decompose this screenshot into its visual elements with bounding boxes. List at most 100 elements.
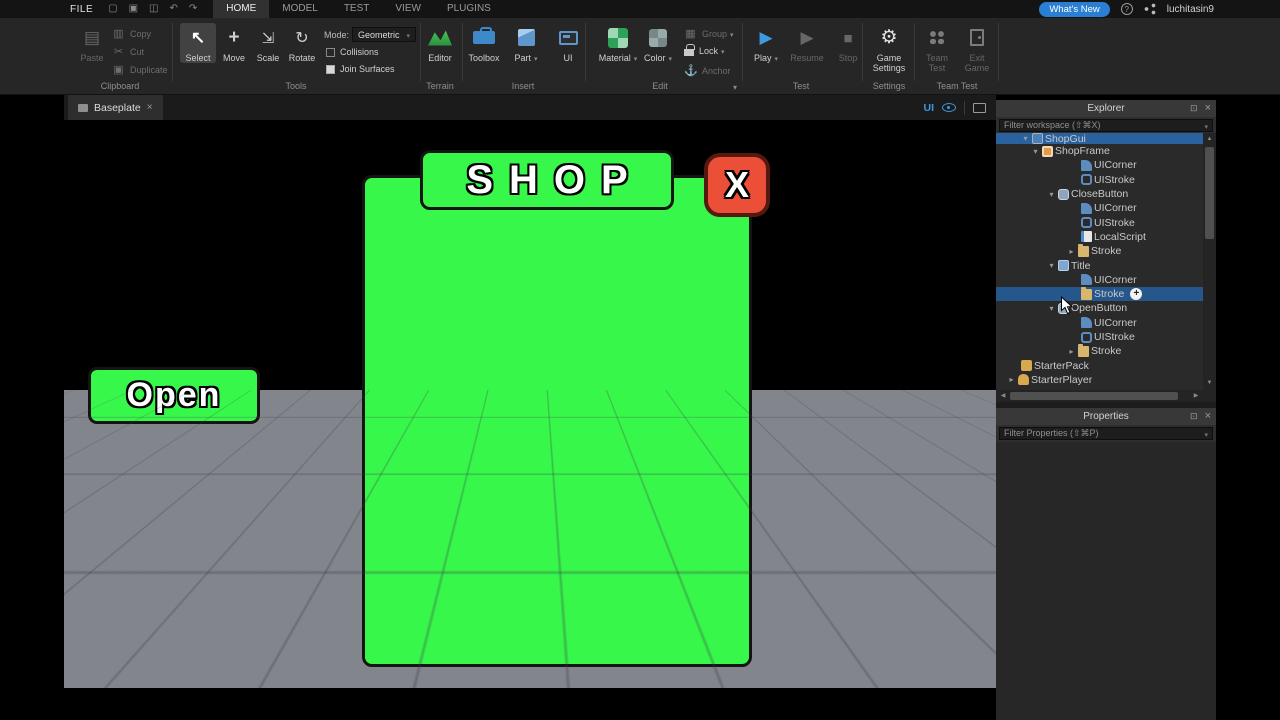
expand-arrow-icon[interactable] — [1066, 347, 1077, 356]
baseplate-tab[interactable]: Baseplate × — [68, 95, 163, 120]
save-icon[interactable]: ◫ — [149, 0, 158, 18]
tree-row[interactable]: UICorner — [996, 201, 1203, 215]
tree-row-selected[interactable]: Stroke — [996, 286, 1203, 302]
whats-new-button[interactable]: What's New — [1039, 1, 1110, 17]
close-tab-icon[interactable]: × — [147, 102, 153, 113]
tree-row[interactable]: LocalScript — [996, 230, 1203, 244]
exit-game-button[interactable]: Exit Game — [958, 23, 996, 73]
tab-home[interactable]: HOME — [213, 0, 270, 18]
help-icon[interactable]: ? — [1120, 3, 1133, 15]
tree-row[interactable]: Stroke — [996, 243, 1203, 258]
team-test-button[interactable]: Team Test — [918, 23, 956, 73]
expand-arrow-icon[interactable] — [1046, 261, 1057, 270]
edit-expander-icon[interactable]: ▾ — [733, 83, 737, 92]
game-settings-button[interactable]: Game Settings — [866, 23, 912, 73]
float-panel-icon[interactable] — [1190, 100, 1198, 117]
chevron-down-icon — [406, 30, 410, 40]
scroll-up-icon[interactable]: ▲ — [1203, 134, 1216, 145]
scale-tool-button[interactable]: Scale — [250, 23, 286, 63]
mouse-cursor — [1061, 296, 1074, 315]
tree-row[interactable]: UIStroke — [996, 215, 1203, 229]
people-icon — [927, 30, 947, 45]
properties-filter-input[interactable]: Filter Properties (⇧⌘P) — [999, 427, 1213, 440]
tree-row[interactable]: UICorner — [996, 158, 1203, 172]
tree-row[interactable]: UICorner — [996, 273, 1203, 287]
expand-arrow-icon[interactable] — [1020, 134, 1031, 143]
shop-close-button[interactable]: X — [704, 153, 770, 217]
join-surfaces-checkbox[interactable]: Join Surfaces — [326, 64, 395, 74]
explorer-header[interactable]: Explorer — [996, 100, 1216, 117]
ribbon-separator — [742, 23, 743, 81]
paste-button[interactable]: Paste — [74, 23, 110, 63]
properties-header[interactable]: Properties — [996, 408, 1216, 425]
play-button[interactable]: Play — [748, 23, 784, 64]
stop-button[interactable]: Stop — [830, 23, 866, 63]
tree-row[interactable]: CloseButton — [996, 187, 1203, 201]
ribbon-separator — [998, 23, 999, 81]
ui-visibility-label[interactable]: UI — [924, 102, 935, 114]
open-shop-button[interactable]: Open — [88, 367, 260, 424]
tree-row[interactable]: OpenButton — [996, 301, 1203, 315]
tab-plugins[interactable]: PLUGINS — [434, 0, 504, 18]
material-button[interactable]: Material — [598, 23, 638, 64]
expand-arrow-icon[interactable] — [1046, 190, 1057, 199]
new-file-icon[interactable]: ▢ — [108, 0, 117, 18]
tree-row[interactable]: Stroke — [996, 343, 1203, 358]
mode-dropdown[interactable]: Geometric — [352, 27, 416, 42]
select-tool-button[interactable]: Select — [180, 23, 216, 64]
username[interactable]: luchitasin9 — [1167, 4, 1214, 15]
float-panel-icon[interactable] — [1190, 408, 1198, 425]
anchor-button[interactable]: Anchor — [684, 64, 731, 77]
duplicate-icon — [112, 63, 125, 76]
close-panel-icon[interactable] — [1205, 408, 1211, 425]
expand-arrow-icon[interactable] — [1066, 247, 1077, 256]
tab-model[interactable]: MODEL — [269, 0, 331, 18]
share-icon[interactable] — [1143, 3, 1156, 15]
move-tool-button[interactable]: Move — [216, 23, 252, 63]
explorer-filter-input[interactable]: Filter workspace (⇧⌘X) — [999, 119, 1213, 132]
expand-arrow-icon[interactable] — [1006, 375, 1017, 384]
terrain-editor-button[interactable]: Editor — [422, 23, 458, 63]
redo-icon[interactable]: ↷ — [189, 0, 197, 18]
part-button[interactable]: Part — [508, 23, 544, 64]
explorer-vertical-scrollbar[interactable]: ▲ ▼ — [1203, 133, 1216, 390]
explorer-horizontal-scrollbar[interactable]: ◀ ▶ — [996, 390, 1203, 402]
scroll-right-icon[interactable]: ▶ — [1191, 390, 1201, 402]
file-menu[interactable]: FILE — [70, 4, 93, 15]
tab-test[interactable]: TEST — [331, 0, 383, 18]
resume-button[interactable]: Resume — [786, 23, 828, 63]
add-instance-icon[interactable] — [1130, 288, 1143, 301]
expand-arrow-icon[interactable] — [1030, 147, 1041, 156]
duplicate-button[interactable]: Duplicate — [112, 63, 168, 76]
tab-view[interactable]: VIEW — [382, 0, 434, 18]
group-button[interactable]: Group — [684, 27, 734, 40]
scroll-down-icon[interactable]: ▼ — [1203, 378, 1216, 389]
collisions-checkbox[interactable]: Collisions — [326, 47, 379, 57]
lock-button[interactable]: Lock — [684, 44, 725, 56]
tree-row[interactable]: StarterPlayer — [996, 373, 1203, 387]
tree-row[interactable]: ShopFrame — [996, 144, 1203, 158]
open-file-icon[interactable]: ▣ — [129, 0, 138, 18]
color-button[interactable]: Color — [640, 23, 676, 64]
tree-row[interactable]: UICorner — [996, 316, 1203, 330]
tree-row[interactable]: StarterPack — [996, 358, 1203, 372]
copy-button[interactable]: Copy — [112, 27, 151, 40]
clipboard-section-label: Clipboard — [100, 81, 140, 91]
cut-button[interactable]: Cut — [112, 45, 144, 58]
scrollbar-thumb[interactable] — [1205, 147, 1214, 239]
screen-size-icon[interactable] — [973, 102, 986, 113]
viewport-3d[interactable]: SHOP X Open — [64, 120, 996, 688]
tree-row[interactable]: Title — [996, 258, 1203, 272]
undo-icon[interactable]: ↶ — [169, 0, 177, 18]
close-panel-icon[interactable] — [1205, 100, 1211, 117]
scroll-left-icon[interactable]: ◀ — [998, 390, 1008, 402]
ui-button[interactable]: UI — [550, 23, 586, 63]
eye-icon[interactable] — [942, 103, 956, 112]
scrollbar-thumb[interactable] — [1010, 392, 1178, 400]
tree-row[interactable]: UIStroke — [996, 173, 1203, 187]
toolbox-button[interactable]: Toolbox — [466, 23, 502, 63]
tree-row[interactable]: ShopGui — [996, 133, 1203, 144]
tree-row[interactable]: UIStroke — [996, 330, 1203, 344]
rotate-tool-button[interactable]: Rotate — [284, 23, 320, 63]
expand-arrow-icon[interactable] — [1046, 304, 1057, 313]
